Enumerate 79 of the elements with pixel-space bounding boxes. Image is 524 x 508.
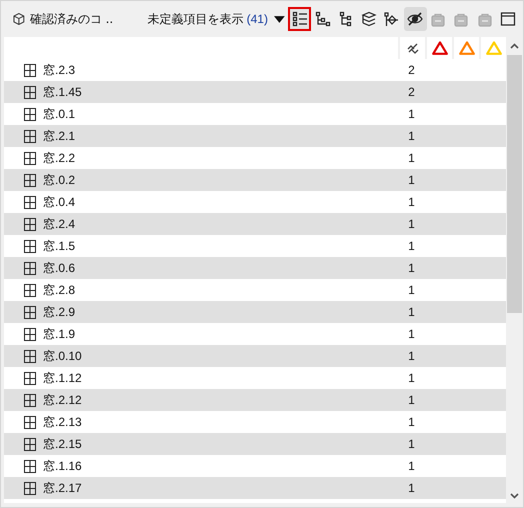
list-button[interactable] — [288, 7, 311, 31]
window-pane-icon — [24, 284, 36, 296]
window-pane-icon — [24, 174, 36, 186]
item-name[interactable]: 窓.2.15 — [43, 436, 82, 452]
error-count: 2 — [408, 85, 415, 99]
item-name[interactable]: 窓.2.13 — [43, 414, 82, 430]
error-count: 1 — [408, 195, 415, 209]
item-name[interactable]: 窓.0.2 — [43, 172, 76, 188]
item-name[interactable]: 窓.2.8 — [43, 282, 76, 298]
eye-slash-button[interactable] — [404, 7, 427, 31]
scroll-up-icon[interactable] — [510, 43, 519, 49]
item-name[interactable]: 窓.2.2 — [43, 150, 76, 166]
window-pane-icon — [24, 416, 36, 428]
error-count: 1 — [408, 305, 415, 319]
item-name[interactable]: 窓.0.4 — [43, 194, 76, 210]
window-pane-icon — [24, 152, 36, 164]
layers-icon — [360, 11, 377, 27]
error-count: 1 — [408, 151, 415, 165]
error-count: 1 — [408, 415, 415, 429]
window-pane-icon — [24, 350, 36, 362]
item-name[interactable]: 窓.0.1 — [43, 106, 76, 122]
bag-icon — [476, 11, 493, 27]
error-count: 1 — [408, 107, 415, 121]
error-count: 1 — [408, 459, 415, 473]
window-pane-icon — [24, 328, 36, 340]
cube-check-icon — [12, 12, 26, 26]
bag-icon — [430, 11, 446, 27]
window-pane-icon — [24, 460, 36, 472]
filter-count: (41) — [246, 12, 268, 26]
item-name[interactable]: 窓.2.17 — [43, 480, 82, 496]
error-count: 1 — [408, 129, 415, 143]
error-count: 2 — [408, 63, 415, 77]
filter-label[interactable]: 未定義項目を表示 — [148, 10, 244, 28]
error-count: 1 — [408, 283, 415, 297]
error-count: 1 — [408, 481, 415, 495]
window-pane-icon — [24, 196, 36, 208]
item-name[interactable]: 窓.2.3 — [43, 62, 76, 78]
window-icon — [500, 11, 516, 27]
window-pane-icon — [24, 64, 36, 76]
window-pane-icon — [24, 130, 36, 142]
error-count: 1 — [408, 371, 415, 385]
error-count: 1 — [408, 239, 415, 253]
error-count: 1 — [408, 327, 415, 341]
list-icon — [292, 11, 308, 27]
error-count: 1 — [408, 437, 415, 451]
window-pane-icon — [24, 262, 36, 274]
bag-icon — [453, 11, 470, 27]
error-count: 1 — [408, 393, 415, 407]
window-pane-icon — [24, 218, 36, 230]
eye-slash-icon — [407, 11, 424, 27]
item-name[interactable]: 窓.2.1 — [43, 128, 76, 144]
view-title: 確認済みのコ .. — [30, 10, 114, 28]
item-name[interactable]: 窓.1.16 — [43, 458, 82, 474]
window-pane-icon — [24, 372, 36, 384]
item-name[interactable]: 窓.0.6 — [43, 260, 76, 276]
item-name[interactable]: 窓.0.10 — [43, 348, 82, 364]
error-count: 1 — [408, 217, 415, 231]
caret-icon[interactable] — [274, 16, 285, 22]
network-icon — [384, 11, 400, 27]
window-pane-icon — [24, 482, 36, 494]
item-name[interactable]: 窓.1.5 — [43, 238, 76, 254]
item-name[interactable]: 窓.2.12 — [43, 392, 82, 408]
error-count: 1 — [408, 173, 415, 187]
error-count: 1 — [408, 261, 415, 275]
item-name[interactable]: 窓.2.4 — [43, 216, 76, 232]
error-count: 1 — [408, 349, 415, 363]
window-pane-icon — [24, 86, 36, 98]
item-name[interactable]: 窓.1.9 — [43, 326, 76, 342]
window-pane-icon — [24, 306, 36, 318]
item-name[interactable]: 窓.1.45 — [43, 84, 82, 100]
scroll-down-icon[interactable] — [510, 493, 519, 499]
item-name[interactable]: 窓.2.9 — [43, 304, 76, 320]
item-name[interactable]: 窓.1.12 — [43, 370, 82, 386]
tree-icon — [338, 11, 354, 27]
window-pane-icon — [24, 394, 36, 406]
window-pane-icon — [24, 108, 36, 120]
window-pane-icon — [24, 240, 36, 252]
window-pane-icon — [24, 438, 36, 450]
tree-icon — [314, 11, 331, 27]
